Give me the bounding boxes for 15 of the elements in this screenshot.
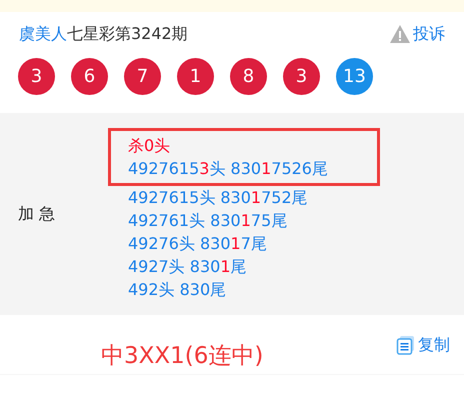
prediction-line: 49276153头 83017526尾 <box>128 158 329 180</box>
document-icon <box>396 335 416 355</box>
copy-button[interactable]: 复制 <box>396 333 450 357</box>
warning-icon <box>389 24 411 44</box>
prediction-line: 杀0头 <box>128 134 172 156</box>
issue-title: 七星彩第3242期 <box>67 24 188 43</box>
prediction-line: 4927615头 8301752尾 <box>128 186 309 208</box>
author-name[interactable]: 虞美人 <box>19 24 67 43</box>
prediction-line: 4927头 8301尾 <box>128 256 248 278</box>
prediction-line: 492头 830尾 <box>128 278 228 300</box>
prediction-line: 49276头 83017尾 <box>128 232 268 254</box>
report-button[interactable]: 投诉 <box>389 22 445 46</box>
result-text: 中3XX1(6连中) <box>101 342 264 371</box>
row-label: 加 急 <box>17 203 56 225</box>
prediction-line: 492761头 830175尾 <box>128 210 288 232</box>
